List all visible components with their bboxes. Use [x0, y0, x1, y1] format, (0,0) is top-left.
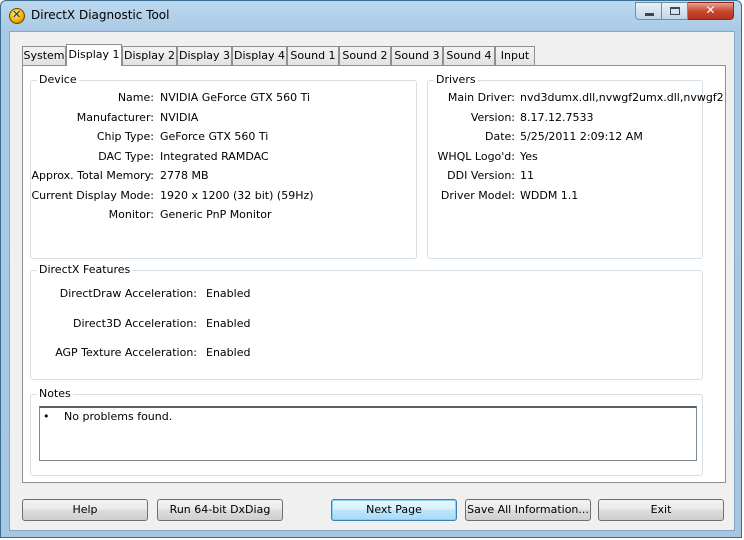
driver-model-label: Driver Model: [440, 189, 515, 202]
ddi-version-value: 11 [520, 169, 534, 182]
driver-row: Date: 5/25/2011 2:09:12 AM [428, 130, 702, 146]
feature-row: DirectDraw Acceleration: Enabled [31, 287, 702, 303]
directdraw-value: Enabled [206, 287, 251, 300]
tab-display-3[interactable]: Display 3 [177, 46, 232, 65]
drivers-group-title: Drivers [434, 73, 478, 86]
display-mode-label: Current Display Mode: [31, 189, 154, 202]
device-row: Approx. Total Memory: 2778 MB [31, 169, 416, 185]
date-value: 5/25/2011 2:09:12 AM [520, 130, 643, 143]
directx-app-icon[interactable] [9, 8, 25, 24]
tab-sound-1[interactable]: Sound 1 [287, 46, 339, 65]
app-window: DirectX Diagnostic Tool ✕ System Display… [0, 0, 742, 538]
tab-display-2[interactable]: Display 2 [122, 46, 177, 65]
tab-sound-4[interactable]: Sound 4 [443, 46, 495, 65]
driver-row: DDI Version: 11 [428, 169, 702, 185]
total-memory-label: Approx. Total Memory: [31, 169, 155, 182]
driver-row: WHQL Logo'd: Yes [428, 150, 702, 166]
directdraw-label: DirectDraw Acceleration: [59, 287, 197, 300]
agp-texture-value: Enabled [206, 346, 251, 359]
tab-sound-3[interactable]: Sound 3 [391, 46, 443, 65]
save-all-information-button[interactable]: Save All Information... [465, 499, 591, 521]
manufacturer-value: NVIDIA [160, 111, 199, 124]
chip-type-label: Chip Type: [96, 130, 154, 143]
whql-label: WHQL Logo'd: [437, 150, 515, 163]
tab-display-1[interactable]: Display 1 [66, 44, 122, 66]
driver-row: Driver Model: WDDM 1.1 [428, 189, 702, 205]
help-button[interactable]: Help [22, 499, 148, 521]
bullet-icon: • [43, 410, 50, 423]
manufacturer-label: Manufacturer: [76, 111, 154, 124]
tab-sound-2[interactable]: Sound 2 [339, 46, 391, 65]
next-page-button[interactable]: Next Page [331, 499, 457, 521]
feature-row: Direct3D Acceleration: Enabled [31, 317, 702, 333]
device-row: Name: NVIDIA GeForce GTX 560 Ti [31, 91, 416, 107]
chip-type-value: GeForce GTX 560 Ti [160, 130, 269, 143]
drivers-group: Drivers Main Driver: nvd3dumx.dll,nvwgf2… [427, 73, 724, 259]
direct3d-value: Enabled [206, 317, 251, 330]
tab-display-4[interactable]: Display 4 [232, 46, 287, 65]
maximize-icon [670, 7, 680, 15]
driver-row: Main Driver: nvd3dumx.dll,nvwgf2umx.dll,… [428, 91, 724, 107]
device-group: Device Name: NVIDIA GeForce GTX 560 Ti M… [30, 73, 417, 259]
date-label: Date: [485, 130, 515, 143]
note-item: No problems found. [64, 410, 173, 423]
dac-type-label: DAC Type: [98, 150, 154, 163]
notes-title: Notes [37, 387, 73, 400]
device-row: Current Display Mode: 1920 x 1200 (32 bi… [31, 189, 416, 205]
title-bar[interactable]: DirectX Diagnostic Tool ✕ [1, 1, 741, 31]
main-driver-label: Main Driver: [447, 91, 515, 104]
minimize-button[interactable] [635, 2, 662, 20]
monitor-value: Generic PnP Monitor [160, 208, 272, 221]
main-driver-value: nvd3dumx.dll,nvwgf2umx.dll,nvwgf2 [520, 91, 724, 104]
agp-texture-label: AGP Texture Acceleration: [55, 346, 197, 359]
ddi-version-label: DDI Version: [447, 169, 515, 182]
device-group-title: Device [37, 73, 79, 86]
dac-type-value: Integrated RAMDAC [160, 150, 269, 163]
minimize-icon [645, 13, 654, 16]
device-row: Manufacturer: NVIDIA [31, 111, 416, 127]
display-tab-panel: Device Name: NVIDIA GeForce GTX 560 Ti M… [22, 65, 726, 483]
display-mode-value: 1920 x 1200 (32 bit) (59Hz) [160, 189, 314, 202]
device-name-label: Name: [117, 91, 154, 104]
monitor-label: Monitor: [108, 208, 154, 221]
feature-row: AGP Texture Acceleration: Enabled [31, 346, 702, 362]
driver-model-value: WDDM 1.1 [520, 189, 579, 202]
device-row: Monitor: Generic PnP Monitor [31, 208, 416, 224]
tab-system[interactable]: System [22, 46, 66, 65]
device-name-value: NVIDIA GeForce GTX 560 Ti [160, 91, 311, 104]
notes-textbox[interactable]: • No problems found. [39, 406, 697, 461]
device-row: Chip Type: GeForce GTX 560 Ti [31, 130, 416, 146]
run-64bit-dxdiag-button[interactable]: Run 64-bit DxDiag [157, 499, 283, 521]
window-title: DirectX Diagnostic Tool [31, 8, 170, 22]
version-label: Version: [470, 111, 515, 124]
client-area: System Display 1 Display 2 Display 3 Dis… [9, 31, 735, 531]
driver-row: Version: 8.17.12.7533 [428, 111, 702, 127]
exit-button[interactable]: Exit [598, 499, 724, 521]
directx-features-group: DirectX Features DirectDraw Acceleration… [30, 263, 703, 380]
direct3d-label: Direct3D Acceleration: [73, 317, 197, 330]
device-row: DAC Type: Integrated RAMDAC [31, 150, 416, 166]
total-memory-value: 2778 MB [160, 169, 209, 182]
notes-group: Notes • No problems found. [30, 387, 703, 476]
whql-value: Yes [520, 150, 538, 163]
directx-features-title: DirectX Features [37, 263, 133, 276]
close-button[interactable]: ✕ [688, 2, 734, 20]
tab-input[interactable]: Input [495, 46, 535, 65]
close-icon: ✕ [705, 3, 716, 17]
maximize-button[interactable] [662, 2, 688, 20]
version-value: 8.17.12.7533 [520, 111, 594, 124]
